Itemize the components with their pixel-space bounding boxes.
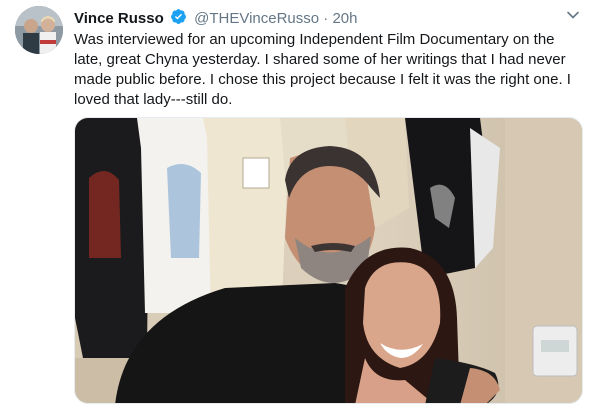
photo-image — [75, 118, 582, 403]
tweet-header: Vince Russo @THEVinceRusso · 20h — [74, 8, 357, 27]
tweet-photo[interactable] — [74, 117, 583, 404]
chevron-down-icon[interactable] — [566, 8, 580, 22]
tweet-text-line: made public before. I chose this project… — [74, 71, 571, 88]
avatar[interactable] — [15, 6, 63, 54]
verified-badge-icon — [170, 8, 187, 30]
timestamp[interactable]: 20h — [332, 10, 357, 27]
tweet[interactable]: Vince Russo @THEVinceRusso · 20h Was int… — [0, 0, 596, 410]
separator-dot: · — [323, 10, 329, 27]
tweet-text-line: late, great Chyna yesterday. I shared so… — [74, 51, 566, 68]
tweet-text: Was interviewed for an upcoming Independ… — [74, 30, 584, 110]
tweet-text-line: Was interviewed for an upcoming Independ… — [74, 31, 555, 48]
display-name[interactable]: Vince Russo — [74, 10, 164, 27]
tweet-text-line: loved that lady---still do. — [74, 91, 233, 108]
handle[interactable]: @THEVinceRusso — [194, 10, 319, 27]
avatar-photo — [15, 6, 63, 54]
